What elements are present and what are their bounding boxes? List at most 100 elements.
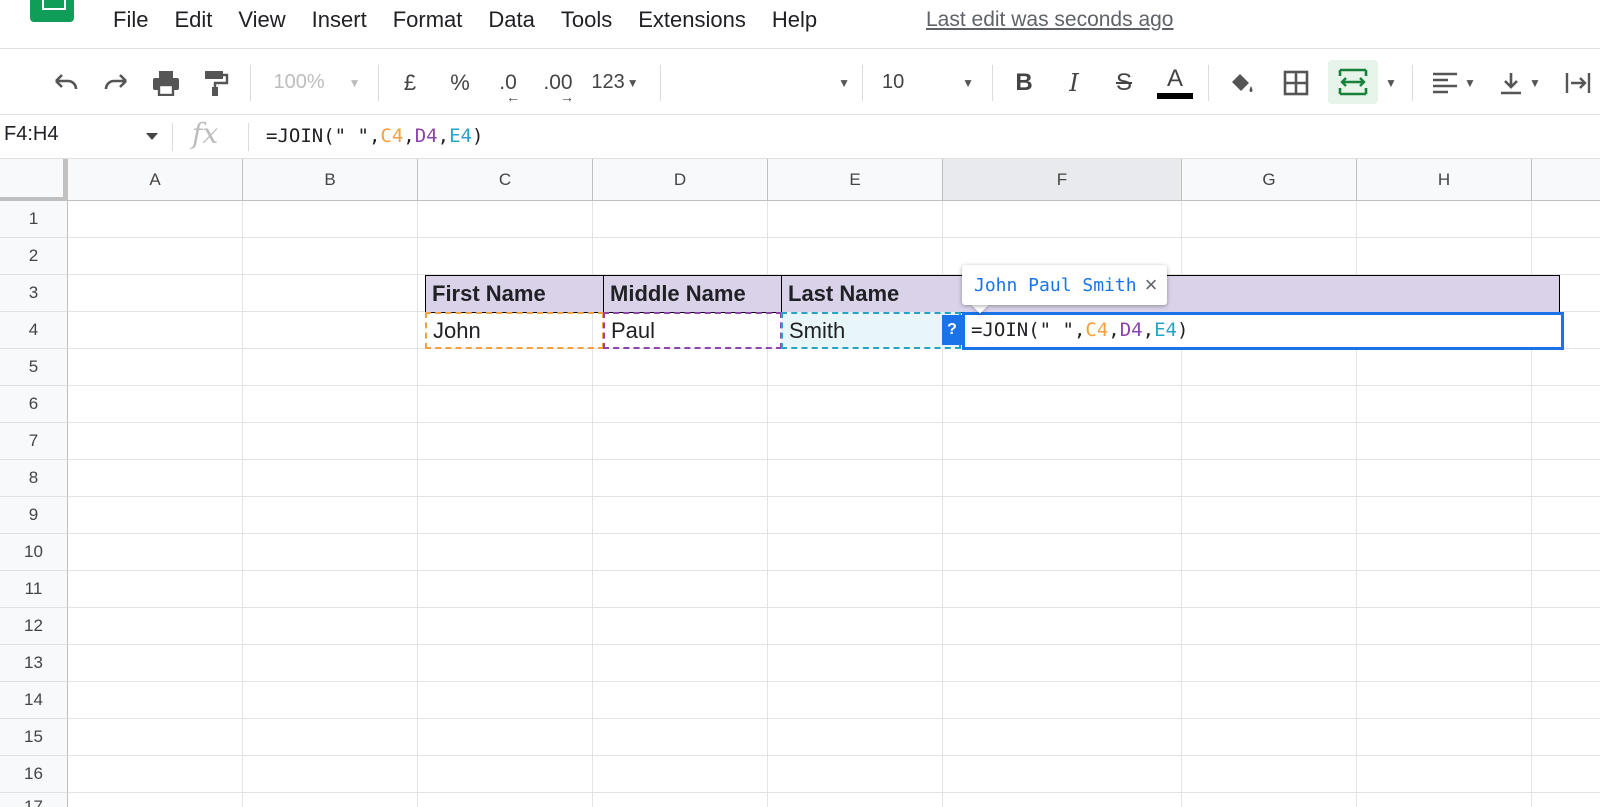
formula-ref-c4: C4 (380, 125, 404, 147)
number-format-label: 123 (591, 71, 625, 93)
row-header[interactable]: 11 (0, 571, 68, 608)
cell-e4[interactable]: Smith (781, 312, 961, 349)
chevron-down-icon: ▼ (1464, 75, 1476, 90)
column-header-h[interactable]: H (1357, 159, 1532, 201)
zoom-select[interactable]: 100% ▼ (262, 49, 372, 116)
menu-insert[interactable]: Insert (312, 7, 367, 33)
column-header-f[interactable]: F (943, 159, 1182, 201)
row-header[interactable]: 10 (0, 534, 68, 571)
merge-options-button[interactable]: ▼ (1378, 49, 1404, 116)
number-format-button[interactable]: 123 ▼ (586, 49, 644, 116)
fill-color-button[interactable] (1222, 49, 1262, 116)
formula-comma: , (1142, 319, 1155, 341)
grid-line (68, 718, 1600, 719)
row-header[interactable]: 3 (0, 275, 68, 312)
paint-format-icon (205, 70, 229, 96)
font-size-select[interactable]: 10 ▼ (874, 49, 982, 116)
menu-data[interactable]: Data (488, 7, 534, 33)
paint-bucket-icon (1232, 73, 1253, 92)
chevron-down-icon: ▼ (626, 75, 639, 90)
toolbar-divider (1208, 65, 1209, 101)
column-header-c[interactable]: C (418, 159, 593, 201)
italic-button[interactable]: I (1054, 49, 1094, 116)
bold-button[interactable]: B (1004, 49, 1044, 116)
menu-help[interactable]: Help (772, 7, 817, 33)
cell-editor-f4[interactable]: =JOIN(" ",C4,D4,E4) (962, 312, 1564, 350)
row-header[interactable]: 6 (0, 386, 68, 423)
row-header[interactable]: 12 (0, 608, 68, 645)
grid-line (68, 607, 1600, 608)
row-header[interactable]: 4 (0, 312, 68, 349)
column-header-b[interactable]: B (243, 159, 418, 201)
menu-tools[interactable]: Tools (561, 7, 612, 33)
print-button[interactable] (146, 49, 186, 116)
row-header[interactable]: 1 (0, 201, 68, 238)
row-header[interactable]: 17 (0, 793, 68, 807)
row-header[interactable]: 16 (0, 756, 68, 793)
cell-c4[interactable]: John (425, 312, 604, 349)
text-wrapping-button[interactable] (1560, 49, 1596, 116)
formula-input[interactable]: =JOIN(" ",C4,D4,E4) (266, 125, 483, 147)
column-header-d[interactable]: D (593, 159, 768, 201)
vertical-align-button[interactable]: ▼ (1490, 49, 1550, 116)
close-icon[interactable]: × (1145, 274, 1158, 296)
select-all-corner[interactable] (0, 159, 68, 201)
align-left-icon (1433, 72, 1458, 93)
grid-line (68, 237, 1600, 238)
cell-c3[interactable]: First Name (425, 275, 604, 313)
formula-comma: , (1108, 319, 1120, 341)
increase-decimal-button[interactable]: .00 → (536, 49, 580, 116)
cell-editor-text[interactable]: =JOIN(" ",C4,D4,E4) (971, 319, 1188, 341)
formula-bar-divider (248, 123, 249, 151)
currency-format-button[interactable]: £ (392, 49, 428, 116)
formula-help-button[interactable]: ? (942, 315, 962, 345)
grid-line (417, 201, 418, 807)
menu-edit[interactable]: Edit (174, 7, 212, 33)
paint-format-button[interactable] (196, 49, 236, 116)
grid-line (68, 385, 1600, 386)
decrease-decimal-button[interactable]: .0 ← (486, 49, 530, 116)
menu-format[interactable]: Format (393, 7, 463, 33)
row-header[interactable]: 2 (0, 238, 68, 275)
toolbar-divider (992, 65, 993, 101)
strikethrough-button[interactable]: S (1104, 49, 1144, 116)
chevron-down-icon[interactable] (146, 133, 158, 140)
row-header[interactable]: 13 (0, 645, 68, 682)
borders-button[interactable] (1276, 49, 1316, 116)
cell-d4[interactable]: Paul (603, 312, 782, 349)
font-family-select[interactable]: ▼ (670, 49, 850, 116)
sheets-logo-icon[interactable] (30, 0, 74, 22)
grid-line (68, 533, 1600, 534)
row-header[interactable]: 14 (0, 682, 68, 719)
spreadsheet-grid: A B C D E F G H 1 2 3 4 5 6 7 8 9 10 11 … (0, 159, 1600, 807)
menu-extensions[interactable]: Extensions (638, 7, 746, 33)
row-header[interactable]: 15 (0, 719, 68, 756)
row-header[interactable]: 8 (0, 460, 68, 497)
undo-button[interactable] (46, 49, 86, 116)
row-header[interactable]: 9 (0, 497, 68, 534)
arrow-left-icon: ← (506, 89, 520, 105)
redo-button[interactable] (96, 49, 136, 116)
text-color-swatch (1157, 92, 1193, 99)
merge-cells-button[interactable] (1328, 60, 1378, 104)
row-header[interactable]: 7 (0, 423, 68, 460)
grid-line (68, 422, 1600, 423)
column-header-e[interactable]: E (768, 159, 943, 201)
column-header-next[interactable] (1532, 159, 1600, 201)
name-box[interactable]: F4:H4 (4, 123, 58, 146)
borders-icon (1283, 70, 1309, 95)
row-header[interactable]: 5 (0, 349, 68, 386)
horizontal-align-button[interactable]: ▼ (1424, 49, 1484, 116)
menu-view[interactable]: View (238, 7, 285, 33)
cell-d3[interactable]: Middle Name (603, 275, 782, 313)
grid-line (68, 681, 1600, 682)
cell-e3[interactable]: Last Name (781, 275, 961, 313)
percent-format-button[interactable]: % (442, 49, 478, 116)
chevron-down-icon: ▼ (962, 75, 974, 90)
toolbar-divider (378, 65, 379, 101)
column-header-g[interactable]: G (1182, 159, 1357, 201)
text-color-button[interactable]: A (1154, 49, 1196, 116)
menu-file[interactable]: File (113, 7, 148, 33)
column-header-a[interactable]: A (68, 159, 243, 201)
last-edit-link[interactable]: Last edit was seconds ago (926, 8, 1174, 32)
